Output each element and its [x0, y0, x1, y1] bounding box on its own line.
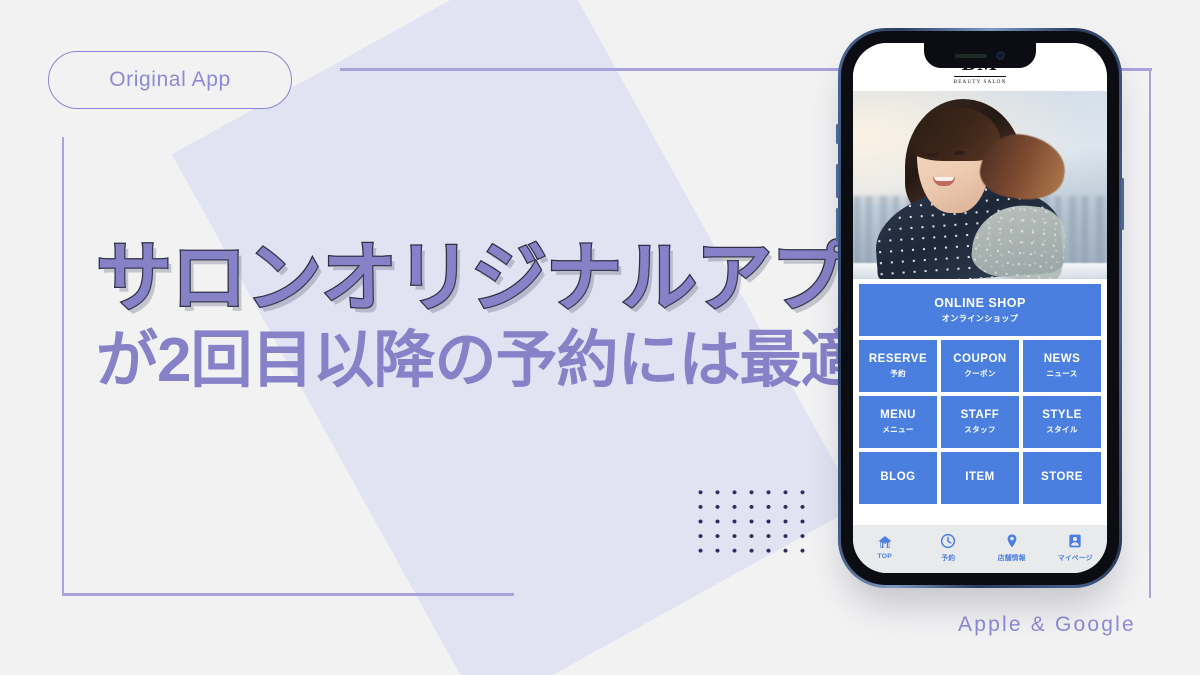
original-app-badge-label: Original App	[109, 68, 231, 91]
phone-volume-up-button[interactable]	[836, 164, 839, 198]
tile-store-en: STORE	[1041, 471, 1083, 484]
menu-row-2: MENU メニュー STAFF スタッフ STYLE スタイル	[857, 394, 1103, 450]
tile-item[interactable]: ITEM	[939, 450, 1021, 506]
tile-reserve-en: RESERVE	[868, 352, 928, 365]
frame-line-bottom	[62, 593, 514, 596]
menu-row-1: RESERVE 予約 COUPON クーポン NEWS ニュース	[857, 338, 1103, 394]
phone-silent-switch[interactable]	[836, 124, 839, 144]
tile-staff-jp: スタッフ	[964, 425, 996, 435]
tile-news[interactable]: NEWS ニュース	[1021, 338, 1103, 394]
platforms-label: Apple & Google	[958, 613, 1136, 636]
clock-icon	[940, 533, 956, 549]
app-menu-grid: ONLINE SHOP オンラインショップ RESERVE 予約 COUPON …	[853, 279, 1107, 506]
tile-menu-en: MENU	[880, 408, 916, 421]
tile-coupon[interactable]: COUPON クーポン	[939, 338, 1021, 394]
front-camera-icon	[996, 51, 1005, 60]
frame-line-right	[1149, 68, 1151, 598]
phone-notch	[924, 43, 1036, 68]
tile-store[interactable]: STORE	[1021, 450, 1103, 506]
tile-reserve[interactable]: RESERVE 予約	[857, 338, 939, 394]
pin-icon	[1004, 533, 1020, 549]
tile-staff[interactable]: STAFF スタッフ	[939, 394, 1021, 450]
nav-item-mypage-label: マイページ	[1057, 554, 1093, 562]
tile-news-jp: ニュース	[1046, 369, 1078, 379]
app-bottom-nav: TOP 予約 店舗情報 マイページ	[853, 525, 1107, 573]
tile-blog[interactable]: BLOG	[857, 450, 939, 506]
app-logo-subtitle: BEAUTY SALON	[953, 76, 1007, 85]
nav-item-mypage[interactable]: マイページ	[1044, 533, 1108, 562]
tile-online-shop-en: ONLINE SHOP	[934, 295, 1026, 310]
tile-style-jp: スタイル	[1046, 425, 1078, 435]
tile-staff-en: STAFF	[960, 408, 1000, 421]
tile-menu[interactable]: MENU メニュー	[857, 394, 939, 450]
hero-photo	[853, 91, 1107, 279]
tile-news-en: NEWS	[1043, 352, 1081, 365]
tile-reserve-jp: 予約	[890, 369, 906, 379]
tile-menu-jp: メニュー	[882, 425, 914, 435]
frame-line-left	[62, 137, 64, 595]
phone-volume-down-button[interactable]	[836, 208, 839, 242]
nav-item-reserve[interactable]: 予約	[917, 533, 981, 562]
person-icon	[1067, 533, 1083, 549]
nav-item-top[interactable]: TOP	[853, 534, 917, 560]
headline: サロンオリジナルアプリ が2回目以降の予約には最適！	[95, 236, 924, 400]
tile-coupon-jp: クーポン	[964, 369, 996, 379]
dot-grid-decoration	[690, 483, 812, 557]
original-app-badge: Original App	[48, 51, 292, 109]
tile-online-shop-jp: オンラインショップ	[941, 314, 1019, 324]
home-icon	[877, 534, 893, 550]
headline-line-1: サロンオリジナルアプリ	[95, 236, 924, 321]
tile-item-en: ITEM	[965, 471, 995, 484]
menu-row-3: BLOG ITEM STORE	[857, 450, 1103, 506]
tile-coupon-en: COUPON	[953, 352, 1007, 365]
model-teeth	[934, 177, 954, 181]
tile-online-shop[interactable]: ONLINE SHOP オンラインショップ	[857, 282, 1103, 338]
tile-blog-en: BLOG	[880, 471, 916, 484]
earpiece-speaker-icon	[955, 53, 987, 58]
tile-style[interactable]: STYLE スタイル	[1021, 394, 1103, 450]
phone-mockup: BM BEAUTY SALON ONLINE SHOP オンライン	[836, 28, 1124, 588]
phone-power-button[interactable]	[1121, 178, 1124, 230]
nav-item-store-info-label: 店舗情報	[997, 554, 1026, 562]
tile-style-en: STYLE	[1042, 408, 1082, 421]
nav-item-store-info[interactable]: 店舗情報	[980, 533, 1044, 562]
headline-line-2: が2回目以降の予約には最適！	[96, 326, 923, 396]
nav-item-top-label: TOP	[877, 553, 892, 560]
nav-item-reserve-label: 予約	[941, 554, 956, 562]
phone-screen: BM BEAUTY SALON ONLINE SHOP オンライン	[853, 43, 1107, 573]
